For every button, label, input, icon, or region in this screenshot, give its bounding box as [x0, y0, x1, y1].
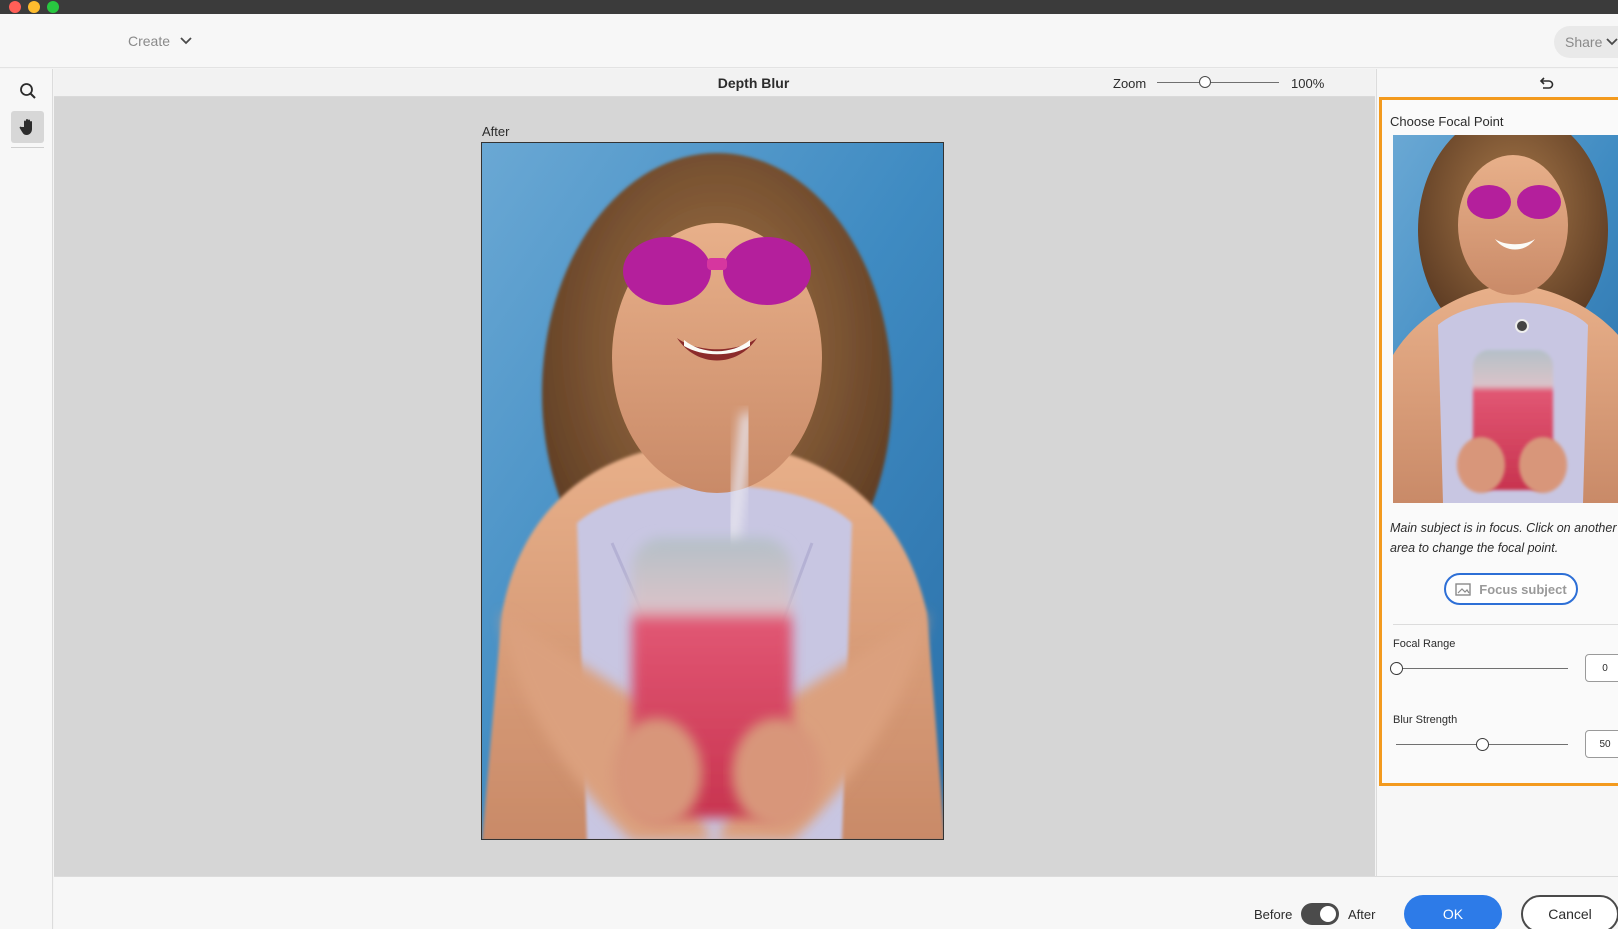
- after-label: After: [1348, 907, 1376, 922]
- share-label: Share: [1565, 34, 1603, 50]
- window-titlebar: [0, 0, 1618, 14]
- view-label: After: [482, 124, 510, 139]
- share-dropdown[interactable]: Share: [1554, 26, 1618, 58]
- footer-bar: Before After OK Cancel: [54, 876, 1618, 929]
- blur-strength-field[interactable]: 50: [1585, 730, 1618, 758]
- top-toolbar: Create Share: [0, 14, 1618, 68]
- focus-subject-label: Focus subject: [1479, 581, 1567, 597]
- zoom-slider-track: [1157, 82, 1279, 83]
- before-label: Before: [1254, 907, 1293, 922]
- focal-range-thumb[interactable]: [1390, 662, 1403, 675]
- focal-range-label: Focal Range: [1393, 638, 1456, 650]
- photo-illustration: [482, 143, 943, 839]
- zoom-tool[interactable]: [11, 75, 44, 107]
- zoom-label: Zoom: [1113, 76, 1147, 91]
- panel-description: Main subject is in focus. Click on anoth…: [1390, 521, 1617, 555]
- focal-point-section: Choose Focal Point Main subject is in fo…: [1379, 97, 1618, 786]
- hand-tool[interactable]: [11, 111, 44, 143]
- toggle-knob: [1320, 906, 1336, 922]
- canvas-header: Depth Blur Zoom 100%: [54, 69, 1375, 97]
- tool-rail: [0, 69, 53, 929]
- chevron-down-icon: [1606, 38, 1618, 46]
- blur-strength-thumb[interactable]: [1476, 738, 1489, 751]
- zoom-slider-thumb[interactable]: [1199, 76, 1211, 88]
- create-label: Create: [128, 33, 171, 49]
- zoom-slider[interactable]: [1157, 74, 1279, 90]
- image-icon: [1455, 582, 1471, 596]
- ok-button[interactable]: OK: [1404, 895, 1502, 929]
- minimize-window-button[interactable]: [28, 1, 40, 13]
- before-after-toggle[interactable]: [1301, 903, 1339, 925]
- close-window-button[interactable]: [9, 1, 21, 13]
- focal-point-marker[interactable]: [1515, 319, 1529, 333]
- thumbnail-illustration: [1393, 135, 1618, 503]
- focus-subject-button[interactable]: Focus subject: [1444, 573, 1578, 605]
- maximize-window-button[interactable]: [47, 1, 59, 13]
- blur-strength-label: Blur Strength: [1393, 714, 1458, 726]
- panel-divider: [1393, 624, 1618, 625]
- focal-range-track[interactable]: [1396, 668, 1568, 669]
- main-photo[interactable]: [481, 142, 944, 840]
- hand-icon: [19, 119, 32, 135]
- reset-icon[interactable]: [1538, 76, 1554, 90]
- focal-point-thumbnail[interactable]: [1393, 135, 1618, 503]
- create-dropdown[interactable]: Create: [128, 33, 192, 49]
- focal-point-panel: Choose Focal Point Main subject is in fo…: [1376, 69, 1618, 876]
- zoom-value: 100%: [1291, 76, 1325, 91]
- panel-title: Choose Focal Point: [1390, 114, 1504, 129]
- tool-divider: [11, 147, 44, 148]
- search-icon: [19, 83, 36, 99]
- image-canvas: After: [54, 97, 1375, 876]
- chevron-down-icon: [180, 37, 192, 45]
- panel-header: [1377, 69, 1618, 97]
- cancel-button[interactable]: Cancel: [1521, 895, 1618, 929]
- focal-range-field[interactable]: 0: [1585, 654, 1618, 682]
